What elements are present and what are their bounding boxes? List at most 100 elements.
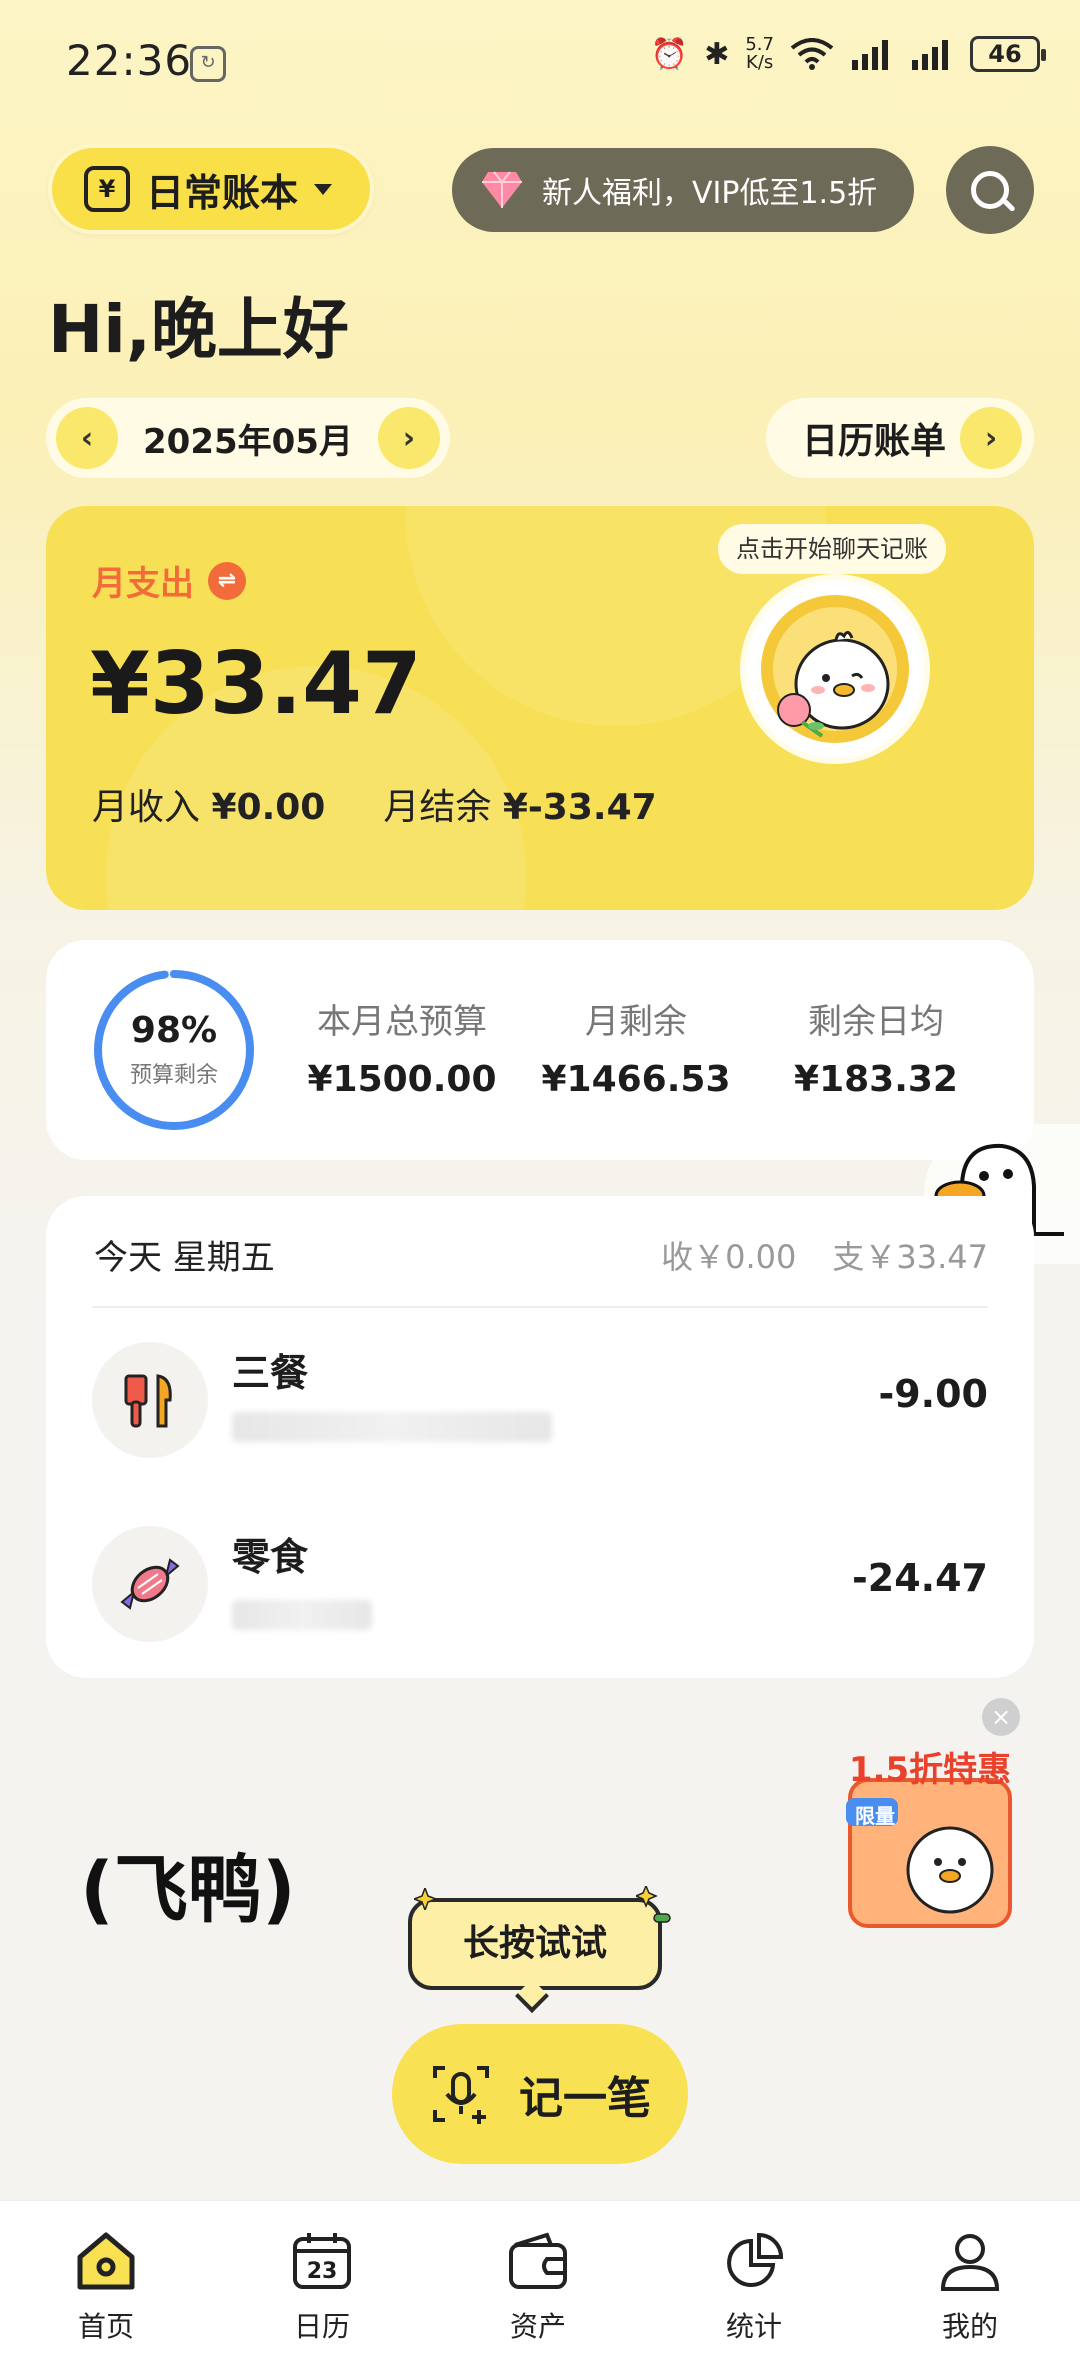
tab-profile-label: 我的	[941, 2310, 998, 2343]
utensils-icon	[124, 1374, 172, 1428]
signal-icon-1	[852, 40, 888, 70]
divider	[92, 1306, 988, 1308]
network-speed: 5.7 K/s	[745, 36, 774, 72]
chevron-right-icon: ›	[402, 420, 416, 456]
tab-profile[interactable]: 我的	[900, 2231, 1040, 2345]
sparkle-icon	[636, 1886, 671, 1923]
net-speed-unit: K/s	[746, 52, 774, 73]
add-record-button[interactable]: 记一笔	[392, 2024, 688, 2164]
search-button[interactable]	[946, 146, 1034, 234]
chevron-left-icon: ‹	[80, 420, 94, 456]
discount-promo-badge[interactable]: 1.5折特惠 限量	[840, 1740, 1020, 1932]
budget-daily-value: ¥183.32	[794, 1059, 958, 1100]
chat-bookkeeping-tip[interactable]: 点击开始聊天记账	[718, 524, 946, 574]
vip-promo-text: 新人福利，VIP低至1.5折	[542, 176, 878, 211]
account-book-label: 日常账本	[146, 170, 299, 215]
status-icons: ⏰ ✱ 5.7 K/s 46	[650, 36, 1046, 72]
battery-icon: 46	[970, 36, 1046, 72]
calendar-bill-label: 日历账单	[802, 421, 947, 462]
candy-icon	[120, 1558, 180, 1610]
calendar-bill-button[interactable]: 日历账单 ›	[766, 398, 1034, 478]
chevron-right-icon: ›	[984, 420, 998, 456]
app-notification-icon: ↻	[190, 46, 226, 82]
today-records-card: 今天 星期五 收￥0.00 支￥33.47 三餐 -9.00 零食 -24.47	[46, 1196, 1034, 1678]
monthly-balance-label: 月结余	[383, 787, 492, 828]
diamond-icon	[482, 171, 522, 208]
record-title: 零食	[232, 1535, 309, 1579]
monthly-expense-label-row[interactable]: 月支出 ⇌	[92, 556, 246, 605]
monthly-balance-value: ¥-33.47	[502, 787, 657, 828]
home-icon	[77, 2232, 135, 2290]
today-summary: 收￥0.00 支￥33.47	[661, 1232, 988, 1278]
record-amount: -9.00	[878, 1372, 988, 1416]
meal-category-icon	[92, 1342, 208, 1458]
tab-calendar-label: 日历	[293, 2310, 350, 2343]
alarm-icon: ⏰	[650, 36, 689, 72]
tab-statistics-label: 统计	[725, 2310, 782, 2343]
promo-limited-tag: 限量	[855, 1804, 895, 1828]
today-title: 今天 星期五	[94, 1238, 275, 1278]
income-balance-row: 月收入 ¥0.00 月结余 ¥-33.47	[92, 778, 657, 830]
tab-assets[interactable]: 资产	[468, 2231, 608, 2345]
bluetooth-icon: ✱	[704, 36, 730, 72]
tab-calendar[interactable]: 23 日历	[252, 2231, 392, 2345]
tab-statistics[interactable]: 统计	[684, 2231, 824, 2345]
today-expense: 支￥33.47	[832, 1238, 988, 1276]
monthly-balance: 月结余 ¥-33.47	[383, 778, 656, 830]
promo-title: 1.5折特惠	[848, 1750, 1012, 1790]
swap-icon[interactable]: ⇌	[208, 561, 246, 600]
bottom-tab-bar: 首页 23 日历 资产 统计 我的	[0, 2200, 1080, 2373]
record-note-redacted	[232, 1600, 372, 1630]
budget-total-label: 本月总预算	[317, 1002, 487, 1042]
budget-remaining: 月剩余 ¥1466.53	[536, 994, 736, 1100]
current-month[interactable]: 2025年05月	[143, 414, 353, 463]
tab-home-label: 首页	[77, 2310, 134, 2343]
pie-chart-icon	[727, 2232, 784, 2287]
budget-card[interactable]: 98% 预算剩余 本月总预算 ¥1500.00 月剩余 ¥1466.53 剩余日…	[46, 940, 1034, 1160]
next-month-button[interactable]: ›	[377, 407, 440, 469]
budget-percent: 98%	[130, 1010, 218, 1051]
account-book-icon: ¥	[84, 166, 130, 212]
sparkle-icon	[414, 1888, 436, 1910]
record-note-redacted	[232, 1412, 552, 1442]
budget-ring-text: 98% 预算剩余	[90, 1010, 258, 1089]
account-book-selector[interactable]: ¥ 日常账本	[48, 144, 374, 234]
vip-promo-banner[interactable]: 新人福利，VIP低至1.5折	[452, 148, 914, 232]
status-time: 22:36	[66, 36, 193, 85]
user-icon	[940, 2234, 1000, 2291]
budget-percent-label: 预算剩余	[129, 1063, 218, 1088]
voice-record-icon	[433, 2066, 489, 2124]
search-icon	[971, 171, 1009, 209]
today-income: 收￥0.00	[661, 1238, 797, 1276]
tab-assets-label: 资产	[509, 2310, 566, 2343]
monthly-expense-card[interactable]: 月支出 ⇌ ¥33.47 月收入 ¥0.00 月结余 ¥-33.47 点击开始聊…	[46, 506, 1034, 910]
brand-watermark-text: (飞鸭)	[80, 1847, 296, 1933]
list-item[interactable]: 三餐 -9.00	[92, 1342, 988, 1462]
budget-daily-label: 剩余日均	[808, 1002, 944, 1042]
snack-category-icon	[92, 1526, 208, 1642]
monthly-income: 月收入 ¥0.00	[92, 778, 325, 830]
record-title: 三餐	[232, 1351, 309, 1395]
monthly-income-label: 月收入	[92, 787, 201, 828]
calendar-day-badge: 23	[306, 2259, 338, 2284]
list-item[interactable]: 零食 -24.47	[92, 1526, 988, 1646]
budget-total: 本月总预算 ¥1500.00	[302, 994, 502, 1100]
monthly-expense-amount: ¥33.47	[90, 634, 422, 734]
budget-daily-average: 剩余日均 ¥183.32	[776, 994, 976, 1100]
long-press-tip: 长按试试	[408, 1898, 662, 1990]
prev-month-button[interactable]: ‹	[56, 407, 118, 469]
close-icon[interactable]: ×	[982, 1698, 1020, 1736]
caret-down-icon	[314, 183, 333, 195]
tab-home[interactable]: 首页	[36, 2231, 176, 2345]
wifi-icon	[790, 38, 834, 70]
calendar-bill-arrow: ›	[960, 407, 1023, 469]
signal-icon-2	[912, 40, 948, 70]
wallet-icon	[509, 2232, 567, 2289]
budget-remaining-label: 月剩余	[585, 1002, 687, 1042]
monthly-income-value: ¥0.00	[211, 787, 326, 828]
duck-mascot-icon	[761, 595, 909, 743]
battery-level: 46	[988, 40, 1022, 68]
budget-total-value: ¥1500.00	[307, 1059, 497, 1100]
duck-mascot-avatar[interactable]	[740, 574, 930, 764]
budget-remaining-value: ¥1466.53	[541, 1059, 731, 1100]
